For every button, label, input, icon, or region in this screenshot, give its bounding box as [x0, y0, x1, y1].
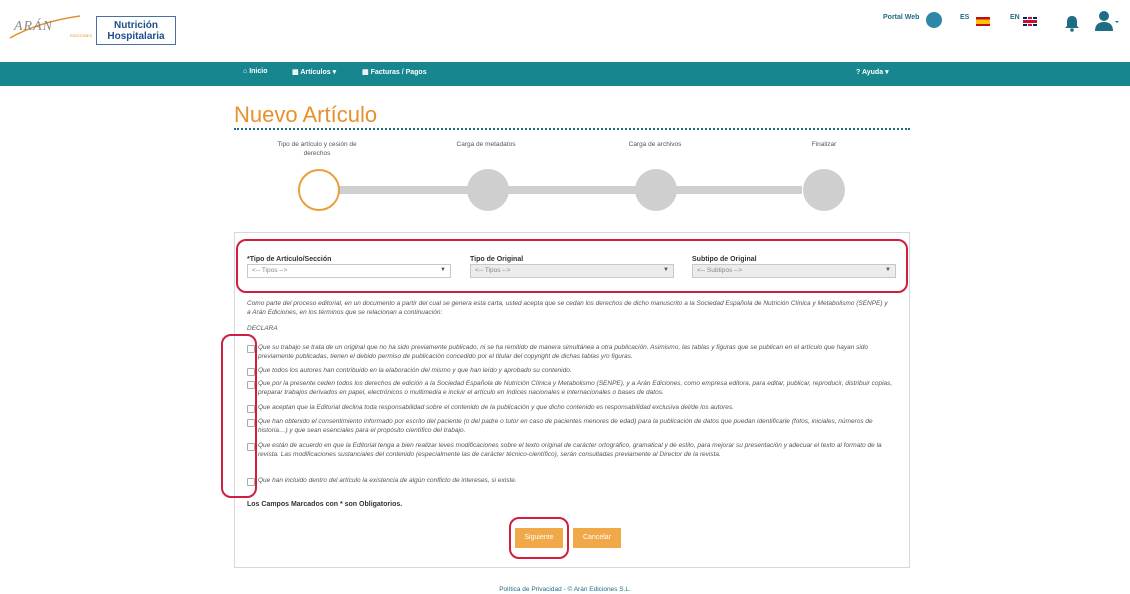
cancel-button[interactable]: Cancelar [573, 528, 621, 548]
invoice-icon: ▦ [362, 69, 369, 76]
spain-flag-icon[interactable] [976, 17, 990, 26]
aran-ediciones-logo[interactable]: ARÁN EDICIONES [8, 12, 96, 44]
main-navbar: ⌂ Inicio ▩ Artículos ▾ ▦ Facturas / Pago… [0, 62, 1130, 86]
step-label-2: Carga de metadatos [456, 141, 516, 148]
declaration-text-1: Que su trabajo se trata de un original q… [258, 344, 869, 360]
caret-down-icon: ▾ [885, 69, 889, 76]
nav-inicio[interactable]: ⌂ Inicio [243, 68, 267, 75]
step-circle-4 [803, 169, 845, 211]
nav-articulos[interactable]: ▩ Artículos ▾ [292, 68, 336, 76]
next-button-highlight [509, 517, 569, 559]
uk-flag-icon[interactable] [1023, 17, 1037, 26]
selects-highlight [236, 239, 908, 293]
step-label-1: Tipo de artículo y cesión de derechos [277, 141, 357, 157]
journal-logo[interactable]: Nutrición Hospitalaria [96, 16, 176, 45]
step-label-4: Finalizar [811, 141, 837, 148]
page-title: Nuevo Artículo [234, 102, 378, 127]
caret-down-icon: ▾ [332, 69, 337, 76]
lang-es-link[interactable]: ES [960, 14, 969, 21]
footer-privacy-link[interactable]: Política de Privacidad - © Arán Edicione… [0, 586, 1130, 593]
lang-en-link[interactable]: EN [1010, 14, 1020, 21]
declaration-text-6: Que están de acuerdo en que la Editorial… [258, 442, 882, 458]
step-label-3: Carga de archivos [628, 141, 682, 148]
portal-web-link[interactable]: Portal Web [883, 14, 919, 21]
document-icon: ▩ [292, 69, 299, 76]
globe-icon[interactable] [926, 12, 942, 28]
home-icon: ⌂ [243, 68, 248, 75]
bell-icon[interactable] [1063, 14, 1081, 32]
declaration-text-5: Que han obtenido el consentimiento infor… [258, 418, 873, 434]
step-circle-1 [298, 169, 340, 211]
title-divider [234, 128, 910, 130]
step-circle-3 [635, 169, 677, 211]
intro-text: Como parte del proceso editorial, en un … [247, 300, 888, 316]
logo-aran-subtext: EDICIONES [70, 33, 93, 38]
mandatory-note: Los Campos Marcados con * son Obligatori… [247, 501, 403, 508]
declaration-text-4: Que aceptan que la Editorial declina tod… [258, 404, 734, 411]
nav-ayuda[interactable]: ? Ayuda ▾ [856, 68, 889, 76]
user-icon[interactable] [1094, 10, 1120, 32]
step-circle-2 [467, 169, 509, 211]
declara-heading: DECLARA [247, 325, 278, 332]
top-header: ARÁN EDICIONES Nutrición Hospitalaria Po… [0, 0, 1130, 58]
nav-facturas[interactable]: ▦ Facturas / Pagos [362, 68, 427, 76]
declaration-text-3: Que por la presente ceden todos los dere… [258, 380, 893, 396]
step-progress-line [338, 186, 802, 194]
checkboxes-highlight [221, 334, 257, 498]
logo-aran-text: ARÁN [14, 19, 53, 34]
declaration-text-2: Que todos los autores han contribuido en… [258, 367, 572, 374]
declaration-text-7: Que han incluido dentro del artículo la … [258, 477, 517, 484]
